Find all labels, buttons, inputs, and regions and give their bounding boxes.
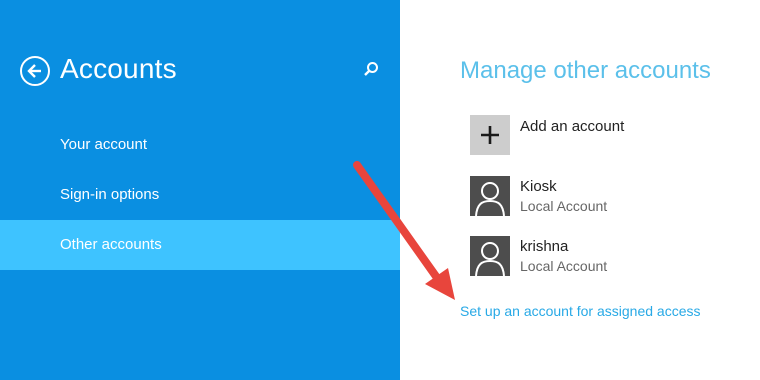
- sidebar-item-label: Your account: [60, 136, 148, 153]
- account-item-kiosk[interactable]: Kiosk Local Account: [470, 176, 750, 218]
- search-icon[interactable]: [362, 60, 380, 78]
- add-account-button[interactable]: Add an account: [470, 115, 750, 157]
- section-title: Manage other accounts: [460, 57, 711, 84]
- account-item-krishna[interactable]: krishna Local Account: [470, 236, 750, 278]
- sidebar-item-label: Sign-in options: [60, 186, 160, 203]
- account-type: Local Account: [520, 258, 608, 274]
- sidebar-item-your-account[interactable]: Your account: [0, 120, 400, 170]
- user-avatar-icon: [470, 236, 510, 277]
- sidebar-item-other-accounts[interactable]: Other accounts: [0, 220, 400, 270]
- user-avatar-icon: [470, 176, 510, 217]
- sidebar-item-sign-in-options[interactable]: Sign-in options: [0, 170, 400, 220]
- account-name: Kiosk: [520, 178, 557, 195]
- assigned-access-link[interactable]: Set up an account for assigned access: [460, 303, 700, 319]
- sidebar-item-label: Other accounts: [60, 236, 162, 253]
- back-arrow-icon[interactable]: [20, 56, 50, 86]
- account-name: krishna: [520, 238, 569, 255]
- sidebar: Accounts Your account Sign-in options Ot…: [0, 0, 400, 380]
- account-type: Local Account: [520, 198, 608, 214]
- plus-icon: [470, 115, 510, 155]
- page-title: Accounts: [60, 53, 177, 84]
- add-account-label: Add an account: [520, 118, 625, 135]
- main-content: Manage other accounts Add an account Kio…: [400, 0, 760, 380]
